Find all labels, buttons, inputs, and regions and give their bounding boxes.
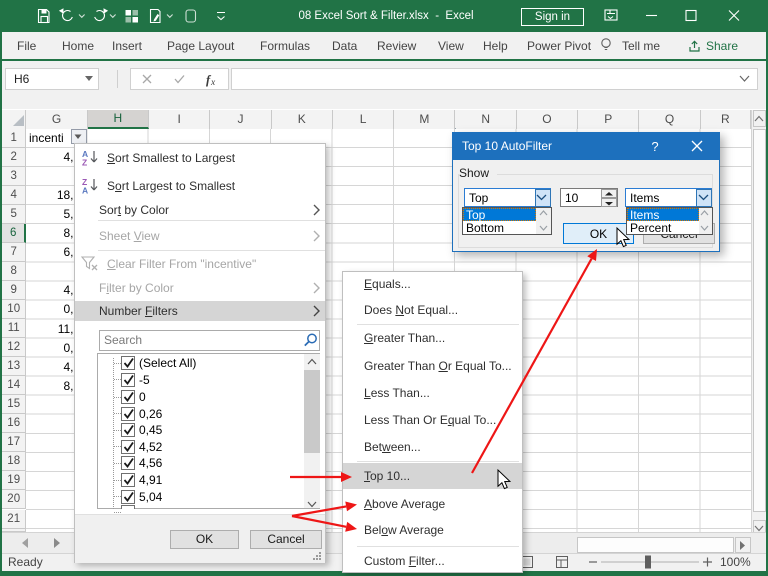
svg-text:A: A xyxy=(82,186,88,196)
svg-text:Z: Z xyxy=(82,158,87,168)
svg-text:x: x xyxy=(210,78,216,88)
